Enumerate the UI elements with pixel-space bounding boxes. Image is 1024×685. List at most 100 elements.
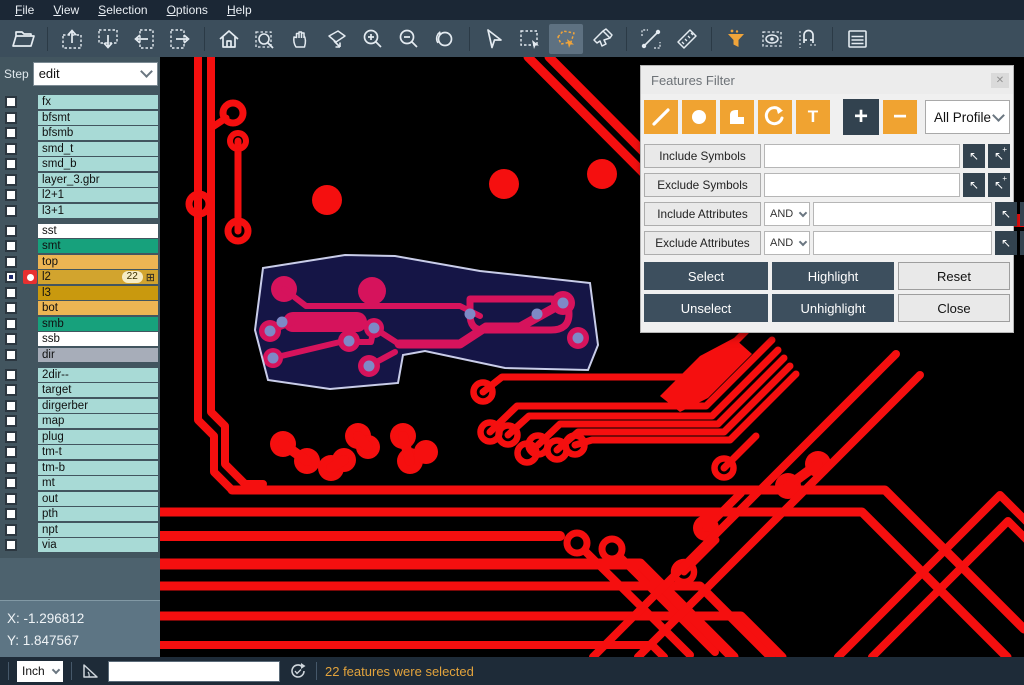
layer-row-l2+1[interactable]: l2+1 xyxy=(0,188,160,202)
menu-item-help[interactable]: Help xyxy=(218,1,262,19)
exclude-attributes-input[interactable] xyxy=(813,231,992,255)
include-attributes-input[interactable] xyxy=(813,202,992,226)
select-arrow-icon[interactable] xyxy=(477,24,511,54)
pick-add-from-canvas-icon[interactable]: ↖+ xyxy=(1020,231,1024,255)
layer-checkbox-out[interactable] xyxy=(5,493,17,505)
layer-row-plug[interactable]: plug xyxy=(0,430,160,444)
home-icon[interactable] xyxy=(212,24,246,54)
layer-checkbox-tm-b[interactable] xyxy=(5,462,17,474)
layer-row-l2[interactable]: l222⊞ xyxy=(0,270,160,284)
layer-checkbox-plug[interactable] xyxy=(5,431,17,443)
layer-label-via[interactable]: via xyxy=(38,538,158,552)
snap-magnet-icon[interactable] xyxy=(791,24,825,54)
pan-left-icon[interactable] xyxy=(127,24,161,54)
menu-item-options[interactable]: Options xyxy=(158,1,218,19)
measure-icon[interactable] xyxy=(634,24,668,54)
pan-hand-icon[interactable] xyxy=(284,24,318,54)
layer-label-out[interactable]: out xyxy=(38,492,158,506)
layer-row-npt[interactable]: npt xyxy=(0,523,160,537)
and-or-select[interactable]: AND xyxy=(764,202,810,226)
layer-label-plug[interactable]: plug xyxy=(38,430,158,444)
exclude-symbols-input[interactable] xyxy=(764,173,960,197)
layer-label-bfsmb[interactable]: bfsmb xyxy=(38,126,158,140)
polygon-select-icon[interactable] xyxy=(549,24,583,54)
layer-checkbox-sst[interactable] xyxy=(5,225,17,237)
layer-label-sst[interactable]: sst xyxy=(38,224,158,238)
pan-down-icon[interactable] xyxy=(91,24,125,54)
exclude-attributes-button[interactable]: Exclude Attributes xyxy=(644,231,761,255)
layer-checkbox-bfsmt[interactable] xyxy=(5,112,17,124)
pcb-canvas[interactable]: Features Filter ✕ T + − All Profile xyxy=(160,57,1024,657)
layer-checkbox-l2+1[interactable] xyxy=(5,189,17,201)
surface-feature-icon[interactable] xyxy=(720,100,754,134)
open-folder-icon[interactable] xyxy=(6,24,40,54)
layer-label-ssb[interactable]: ssb xyxy=(38,332,158,346)
layer-checkbox-tm-t[interactable] xyxy=(5,446,17,458)
layer-checkbox-layer_3.gbr[interactable] xyxy=(5,174,17,186)
layer-row-dir[interactable]: dir xyxy=(0,348,160,362)
highlight-button[interactable]: Highlight xyxy=(772,262,894,290)
layer-checkbox-mt[interactable] xyxy=(5,477,17,489)
reset-button[interactable]: Reset xyxy=(898,262,1010,290)
layer-label-tm-b[interactable]: tm-b xyxy=(38,461,158,475)
layer-label-map[interactable]: map xyxy=(38,414,158,428)
include-symbols-input[interactable] xyxy=(764,144,960,168)
layer-label-top[interactable]: top xyxy=(38,255,158,269)
layer-label-npt[interactable]: npt xyxy=(38,523,158,537)
layer-grid-icon[interactable]: ⊞ xyxy=(146,271,155,284)
layer-checkbox-bot[interactable] xyxy=(5,302,17,314)
angle-measure-icon[interactable] xyxy=(80,661,100,681)
pick-add-from-canvas-icon[interactable]: ↖+ xyxy=(1020,202,1024,226)
filter-funnel-icon[interactable] xyxy=(719,24,753,54)
close-button[interactable]: Close xyxy=(898,294,1010,322)
layer-checkbox-pth[interactable] xyxy=(5,508,17,520)
layer-checkbox-via[interactable] xyxy=(5,539,17,551)
remove-filter-button[interactable]: − xyxy=(883,100,917,134)
add-filter-button[interactable]: + xyxy=(843,99,879,135)
layer-row-fx[interactable]: fx xyxy=(0,95,160,109)
pick-from-canvas-icon[interactable]: ↖ xyxy=(995,231,1017,255)
layer-checkbox-bfsmb[interactable] xyxy=(5,127,17,139)
layer-row-target[interactable]: target xyxy=(0,383,160,397)
line-feature-icon[interactable] xyxy=(644,100,678,134)
select-button[interactable]: Select xyxy=(644,262,768,290)
layer-label-bfsmt[interactable]: bfsmt xyxy=(38,111,158,125)
layer-checkbox-smd_t[interactable] xyxy=(5,143,17,155)
text-feature-icon[interactable]: T xyxy=(796,100,830,134)
pan-up-icon[interactable] xyxy=(55,24,89,54)
layer-checkbox-smb[interactable] xyxy=(5,318,17,330)
arc-feature-icon[interactable] xyxy=(758,100,792,134)
view-box-icon[interactable] xyxy=(755,24,789,54)
pick-add-from-canvas-icon[interactable]: ↖+ xyxy=(988,173,1010,197)
layer-label-mt[interactable]: mt xyxy=(38,476,158,490)
brush-icon[interactable] xyxy=(585,24,619,54)
layer-label-l2[interactable]: l222⊞ xyxy=(38,270,158,284)
layer-row-top[interactable]: top xyxy=(0,255,160,269)
pick-from-canvas-icon[interactable]: ↖ xyxy=(963,144,985,168)
unhighlight-button[interactable]: Unhighlight xyxy=(772,294,894,322)
layer-row-bfsmt[interactable]: bfsmt xyxy=(0,111,160,125)
close-icon[interactable]: ✕ xyxy=(991,73,1009,88)
layer-label-pth[interactable]: pth xyxy=(38,507,158,521)
pick-from-canvas-icon[interactable]: ↖ xyxy=(995,202,1017,226)
layer-checkbox-l3[interactable] xyxy=(5,287,17,299)
command-input[interactable] xyxy=(108,661,280,682)
layer-row-sst[interactable]: sst xyxy=(0,224,160,238)
layer-row-dirgerber[interactable]: dirgerber xyxy=(0,399,160,413)
profile-select[interactable]: All Profile xyxy=(925,100,1010,134)
layer-label-l2+1[interactable]: l2+1 xyxy=(38,188,158,202)
step-select[interactable]: edit xyxy=(33,62,158,86)
pick-from-canvas-icon[interactable]: ↖ xyxy=(963,173,985,197)
layer-checkbox-dir[interactable] xyxy=(5,349,17,361)
layer-label-tm-t[interactable]: tm-t xyxy=(38,445,158,459)
layer-row-ssb[interactable]: ssb xyxy=(0,332,160,346)
zoom-in-icon[interactable] xyxy=(356,24,390,54)
layer-checkbox-l2[interactable] xyxy=(5,271,17,283)
layer-label-dir[interactable]: dir xyxy=(38,348,158,362)
layer-row-2dir--[interactable]: 2dir-- xyxy=(0,368,160,382)
layer-label-smd_t[interactable]: smd_t xyxy=(38,142,158,156)
menu-item-selection[interactable]: Selection xyxy=(89,1,157,19)
refresh-icon[interactable] xyxy=(288,661,308,681)
layer-label-2dir--[interactable]: 2dir-- xyxy=(38,368,158,382)
ruler-icon[interactable] xyxy=(670,24,704,54)
